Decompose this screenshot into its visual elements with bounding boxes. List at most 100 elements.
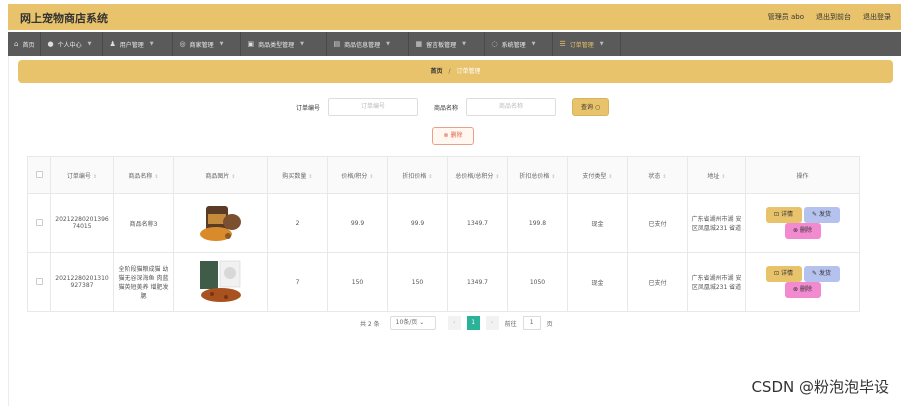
sort-icon[interactable]: ⇕ [495,174,499,180]
nav-item-label: 订单管理 [569,41,594,49]
nav-item-home[interactable]: ⌂ 首页 [8,32,42,56]
pet-food-bag-image [197,200,244,244]
query-button[interactable]: 查询 ○ [572,98,610,116]
left-divider [8,56,9,406]
total-count: 共 2 条 [360,320,380,328]
price-cell: 99.9 [327,193,388,253]
report-icon: ▦ [415,40,423,48]
nav-item-system[interactable]: ◌ 系统管理 ▼ [485,32,554,56]
goods-image-cell [173,252,268,312]
back-to-front-link[interactable]: 退出到前台 [816,12,851,22]
address-cell: 广东省湖州市湖 安区凤凰城231 省道 [687,252,746,312]
prev-page-button[interactable]: ‹ [447,316,461,330]
nav-item-label: 商品信息管理 [344,41,381,49]
qty-cell: 7 [267,252,328,312]
nav-item-goods-types[interactable]: ▣ 商品类型管理 ▼ [241,32,328,56]
discount-price-cell: 150 [387,252,448,312]
sort-icon[interactable]: ⇕ [308,174,312,180]
cat-food-package-image [197,259,244,303]
sort-icon[interactable]: ⇕ [721,174,725,180]
chevron-down-icon: ⌄ [419,319,425,326]
home-icon: ⌂ [14,40,19,48]
column-header[interactable]: 支付类型 ⇕ [567,156,628,194]
order-no-cell: 20212280201310 927387 [50,252,114,312]
order-no-input[interactable]: 订单编号 [328,98,419,116]
top-links: 管理员 abo 退出到前台 退出登录 [768,12,891,22]
nav-item-label: 首页 [22,41,35,49]
delete-button[interactable]: ⊗ 删除 [784,282,821,298]
goods-name-input[interactable]: 商品名称 [466,98,557,116]
column-header[interactable]: 订单编号 ⇕ [50,156,114,194]
nav-item-merchants[interactable]: ◎ 商家管理 ▼ [173,32,242,56]
sort-icon[interactable]: ⇕ [154,174,158,180]
chevron-down-icon: ▼ [462,41,466,47]
sort-icon[interactable]: ⇕ [608,174,612,180]
column-header[interactable]: 地址 ⇕ [687,156,746,194]
batch-delete-button[interactable]: ⊗ 删除 [432,127,474,145]
column-header[interactable]: 购买数量 ⇕ [267,156,328,194]
column-header[interactable]: 总价格/总积分 ⇕ [447,156,508,194]
select-all-checkbox[interactable] [35,170,43,178]
page-size-select[interactable]: 10条/页 ⌄ [389,316,436,330]
table-row: 20212280201310 927387 全阶段猫粮成猫 幼猫无谷深海鱼 肉蓝… [27,252,860,312]
sort-icon[interactable]: ⇕ [662,174,666,180]
nav-item-label: 留言板管理 [426,41,457,49]
sort-icon[interactable]: ⇕ [231,174,235,180]
nav-item-goods-info[interactable]: ▤ 商品信息管理 ▼ [327,32,410,56]
next-page-button[interactable]: › [485,316,499,330]
breadcrumb-home[interactable]: 首页 [431,68,443,75]
status-cell: 已支付 [627,252,688,312]
chevron-down-icon: ▼ [219,41,224,47]
pay-type-cell: 现金 [567,252,628,312]
nav-item-label: 个人中心 [57,41,82,49]
column-header: 操作 [745,156,860,194]
column-header[interactable]: 折扣总价格 ⇕ [507,156,568,194]
row-select-cell[interactable] [27,193,51,253]
status-cell: 已支付 [627,193,688,253]
sort-icon[interactable]: ⇕ [428,174,432,180]
page-number-current[interactable]: 1 [466,316,480,330]
row-checkbox[interactable] [35,218,43,226]
table-header-row: 订单编号 ⇕ 商品名称 ⇕ 商品图片 ⇕ 购买数量 ⇕ 价格/积分 ⇕ 折扣价格 ⇕ 总价格… [27,156,860,194]
system-icon: ◌ [491,40,498,48]
page-unit-label: 页 [546,320,553,328]
delete-button[interactable]: ⊗ 删除 [784,223,821,239]
chevron-down-icon: ▼ [300,41,304,47]
detail-button[interactable]: ⊡ 详情 [765,266,802,282]
goods-icon: ▤ [333,40,341,48]
chevron-down-icon: ▼ [386,41,390,47]
watermark-text: CSDN @粉泡泡毕设 [751,378,889,396]
nav-item-orders[interactable]: ☰ 订单管理 ▼ [553,32,622,56]
ship-button[interactable]: ✎ 发货 [803,207,840,223]
goods-name-cell: 全阶段猫粮成猫 幼猫无谷深海鱼 肉蓝猫英短美养 增肥发腮 [113,252,174,312]
admin-user-label: 管理员 abo [767,13,804,21]
goto-page-input[interactable]: 1 [522,316,541,330]
address-cell: 广东省湖州市湖 安区凤凰城231 省道 [687,193,746,253]
main-nav: ⌂ 首页 ● 个人中心 ▼ ♟ 用户管理 ▼ ◎ 商家管理 ▼ ▣ 商品类型管理… [8,32,901,56]
nav-item-label: 系统管理 [501,41,526,49]
nav-item-messages[interactable]: ▦ 留言板管理 ▼ [409,32,486,56]
chevron-down-icon: ▼ [599,41,604,47]
column-header[interactable]: 价格/积分 ⇕ [327,156,388,194]
select-all-cell[interactable] [27,156,51,194]
column-header[interactable]: 状态 ⇕ [627,156,688,194]
ship-button[interactable]: ✎ 发货 [803,266,840,282]
orders-table: 订单编号 ⇕ 商品名称 ⇕ 商品图片 ⇕ 购买数量 ⇕ 价格/积分 ⇕ 折扣价格 ⇕ 总价格… [27,156,860,312]
detail-button[interactable]: ⊡ 详情 [765,207,802,223]
nav-item-label: 商家管理 [189,41,214,49]
column-header[interactable]: 商品名称 ⇕ [113,156,174,194]
column-header[interactable]: 商品图片 ⇕ [173,156,268,194]
sort-icon[interactable]: ⇕ [369,174,373,180]
users-icon: ♟ [109,40,116,48]
nav-item-users[interactable]: ♟ 用户管理 ▼ [103,32,174,56]
table-row: 20212280201396 74015 商品名称3 2 99.9 99.9 1… [27,193,860,253]
nav-item-profile[interactable]: ● 个人中心 ▼ [41,32,104,56]
chevron-down-icon: ▼ [531,41,536,47]
row-checkbox[interactable] [35,277,43,285]
sort-icon[interactable]: ⇕ [551,174,555,180]
logout-link[interactable]: 退出登录 [863,12,891,22]
column-header[interactable]: 折扣价格 ⇕ [387,156,448,194]
row-select-cell[interactable] [27,252,51,312]
sort-icon[interactable]: ⇕ [93,174,97,180]
qty-cell: 2 [267,193,328,253]
